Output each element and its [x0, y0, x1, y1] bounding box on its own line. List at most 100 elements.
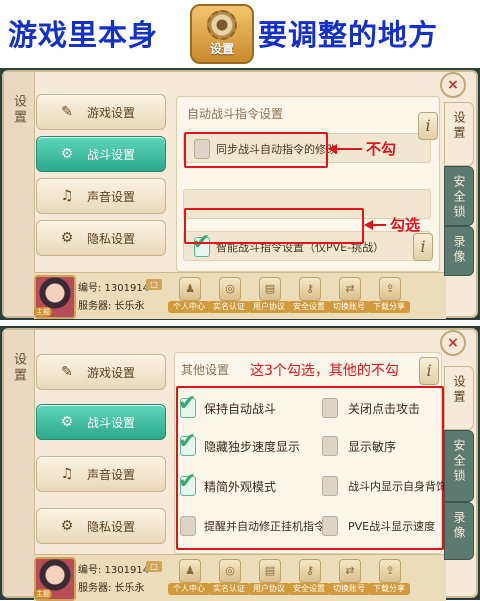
music-note-icon: ♫	[60, 188, 74, 204]
key-icon: ⚷	[299, 559, 321, 583]
tab-security-lock[interactable]: 安全锁	[444, 430, 474, 502]
option-checkbox[interactable]	[322, 398, 338, 418]
real-name-button[interactable]: ◎ 实名认证	[208, 275, 250, 315]
real-name-button[interactable]: ◎ 实名认证	[208, 557, 250, 597]
menu-sound-settings[interactable]: ♫ 声音设置	[36, 178, 166, 214]
privacy-settings-icon: ⚙	[60, 230, 74, 246]
option-checkbox[interactable]	[322, 476, 338, 496]
menu-label: 游戏设置	[87, 106, 136, 120]
banner: 游戏里本身 设置 要调整的地方	[0, 0, 480, 64]
user-center-button[interactable]: ♟ 个人中心	[168, 557, 210, 597]
button-label: 用户协议	[248, 583, 290, 595]
user-icon: ♟	[179, 277, 201, 301]
game-settings-icon: ✎	[61, 104, 73, 120]
download-share-button[interactable]: ⇪ 下载分享	[368, 557, 410, 597]
close-icon[interactable]: ×	[440, 72, 466, 98]
option-checkbox[interactable]: ✔	[178, 471, 196, 496]
switch-icon: ⇄	[339, 559, 361, 583]
option-label: 显示敏序	[348, 440, 397, 454]
left-strip-label: 设置	[11, 352, 26, 384]
close-icon[interactable]: ×	[440, 330, 466, 356]
menu-sound-settings[interactable]: ♫ 声音设置	[36, 456, 166, 492]
annotation-box-uncheck	[184, 132, 328, 168]
button-label: 个人中心	[168, 583, 210, 595]
avatar-badge[interactable]: 主题	[34, 589, 52, 599]
button-label: 用户协议	[248, 301, 290, 313]
option-label: 关闭点击攻击	[348, 402, 421, 416]
share-icon: ⇪	[379, 559, 401, 583]
section-title: 自动战斗指令设置	[187, 107, 284, 121]
user-agreement-button[interactable]: ▤ 用户协议	[248, 275, 290, 315]
button-label: 实名认证	[208, 301, 250, 313]
menu-privacy-settings[interactable]: ⚙ 隐私设置	[36, 220, 166, 256]
button-label: 实名认证	[208, 583, 250, 595]
button-label: 下载分享	[368, 301, 410, 313]
panel-frame: 设置 ✎ 游戏设置 ⚙ 战斗设置 ♫ 声音设置 ⚙ 隐私设置 自动战斗指令设置 …	[2, 70, 478, 319]
user-agreement-button[interactable]: ▤ 用户协议	[248, 557, 290, 597]
user-center-button[interactable]: ♟ 个人中心	[168, 275, 210, 315]
avatar-badge[interactable]: 主题	[34, 307, 52, 317]
tab-settings[interactable]: 设置	[444, 102, 474, 166]
option-label: 提醒并自动修正挂机指令	[204, 520, 325, 533]
left-strip: 设置	[4, 72, 35, 316]
menu-privacy-settings[interactable]: ⚙ 隐私设置	[36, 508, 166, 544]
option-checkbox[interactable]	[322, 516, 338, 536]
tab-replay[interactable]: 录像	[444, 226, 474, 276]
gear-icon	[207, 10, 237, 40]
menu-label: 隐私设置	[87, 232, 136, 246]
left-strip-label: 设置	[11, 94, 26, 126]
menu-battle-settings[interactable]: ⚙ 战斗设置	[36, 136, 166, 172]
security-settings-button[interactable]: ⚷ 安全设置	[288, 557, 330, 597]
banner-left-text: 游戏里本身	[8, 18, 159, 52]
info-icon[interactable]: i	[418, 112, 438, 140]
id-card-icon: ◎	[219, 559, 241, 583]
annotation-not-check: 不勾	[366, 140, 397, 158]
info-icon[interactable]: i	[413, 233, 433, 261]
battle-settings-icon: ⚙	[60, 414, 74, 430]
checkmark-icon: ✔	[178, 429, 197, 454]
key-icon: ⚷	[299, 277, 321, 301]
switch-account-button[interactable]: ⇄ 切换账号	[328, 275, 370, 315]
tab-settings[interactable]: 设置	[444, 366, 474, 430]
tab-label: 设置	[452, 111, 466, 141]
id-card-icon: ◎	[219, 277, 241, 301]
game-settings-icon: ✎	[61, 364, 73, 380]
button-label: 安全设置	[288, 583, 330, 595]
option-checkbox[interactable]	[180, 516, 196, 536]
banner-right-text: 要调整的地方	[258, 18, 439, 52]
player-id: 编号: 1301914	[78, 283, 150, 294]
music-note-icon: ♫	[60, 466, 74, 482]
tab-label: 录像	[452, 235, 466, 265]
checkmark-icon: ✔	[178, 391, 197, 416]
section-title: 其他设置	[181, 363, 230, 377]
info-icon[interactable]: i	[419, 357, 439, 385]
document-icon: ▤	[259, 559, 281, 583]
security-settings-button[interactable]: ⚷ 安全设置	[288, 275, 330, 315]
menu-game-settings[interactable]: ✎ 游戏设置	[36, 94, 166, 130]
tab-label: 录像	[452, 511, 466, 541]
footer-bar: 主题 编号: 1301914 □ 服务器: 长乐永 ♟ 个人中心 ◎ 实名认证 …	[34, 272, 446, 319]
tab-replay[interactable]: 录像	[444, 502, 474, 560]
menu-battle-settings[interactable]: ⚙ 战斗设置	[36, 404, 166, 440]
option-checkbox[interactable]: ✔	[178, 393, 196, 418]
option-checkbox[interactable]	[322, 436, 338, 456]
menu-label: 游戏设置	[87, 366, 136, 380]
privacy-settings-icon: ⚙	[60, 518, 74, 534]
button-label: 切换账号	[328, 583, 370, 595]
footer-bar: 主题 编号: 1301914 □ 服务器: 长乐永 ♟ 个人中心 ◎ 实名认证 …	[34, 554, 446, 601]
download-share-button[interactable]: ⇪ 下载分享	[368, 275, 410, 315]
option-label: PVE战斗显示速度	[348, 520, 436, 533]
copy-icon[interactable]: □	[146, 279, 162, 290]
arrow-line	[372, 224, 386, 226]
switch-account-button[interactable]: ⇄ 切换账号	[328, 557, 370, 597]
gear-label: 设置	[209, 42, 234, 56]
tab-label: 安全锁	[452, 175, 466, 220]
tab-security-lock[interactable]: 安全锁	[444, 166, 474, 226]
battle-settings-icon: ⚙	[60, 146, 74, 162]
settings-gear-icon: 设置	[190, 4, 254, 64]
copy-icon[interactable]: □	[146, 561, 162, 572]
menu-game-settings[interactable]: ✎ 游戏设置	[36, 354, 166, 390]
option-checkbox[interactable]: ✔	[178, 431, 196, 456]
option-label: 战斗内显示自身背饰	[348, 480, 447, 493]
user-icon: ♟	[179, 559, 201, 583]
